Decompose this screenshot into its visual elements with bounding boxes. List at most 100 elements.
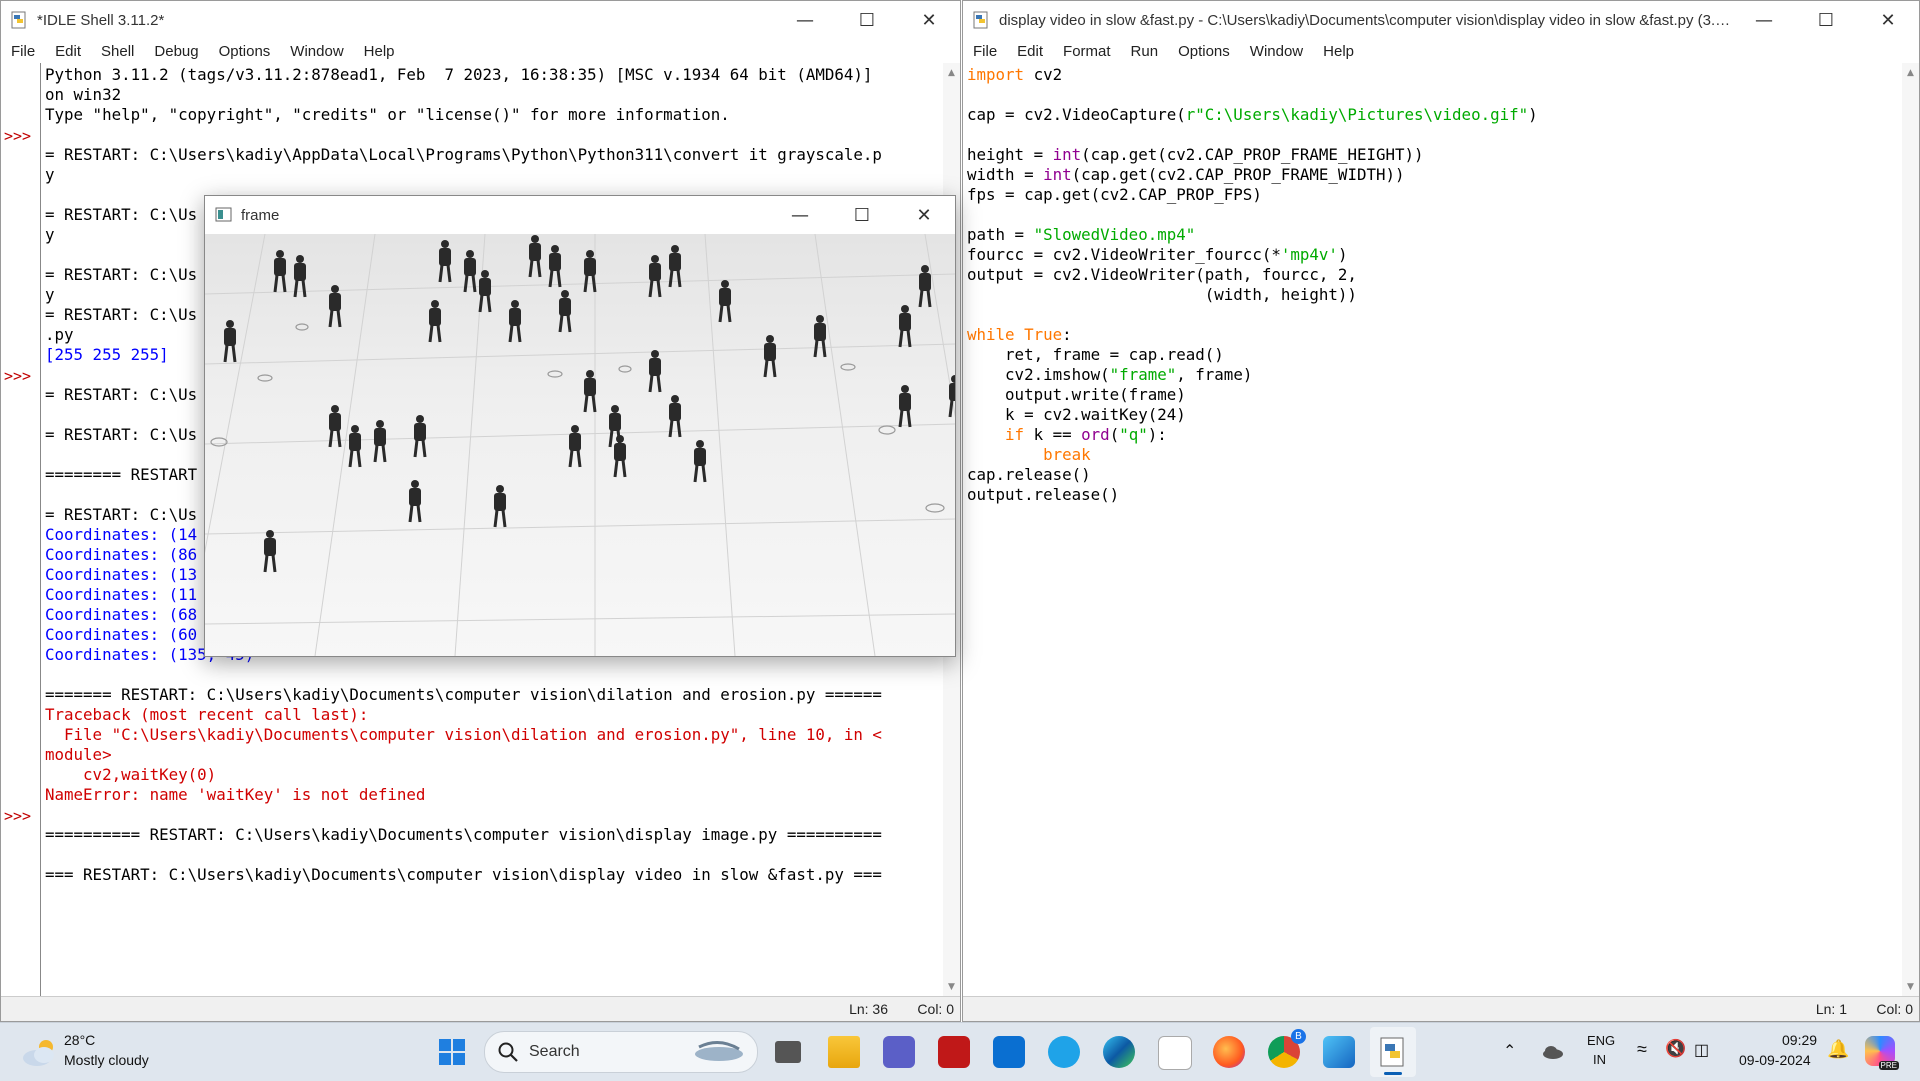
menu-edit[interactable]: Edit bbox=[49, 43, 89, 60]
scroll-up-icon[interactable]: ▲ bbox=[1902, 65, 1919, 81]
pedestrian-silhouette bbox=[763, 335, 777, 378]
pedestrian-silhouette bbox=[463, 250, 477, 293]
photos-icon[interactable] bbox=[1323, 1036, 1355, 1068]
code-line: import cv2 bbox=[967, 65, 1901, 85]
close-icon[interactable]: ✕ bbox=[898, 1, 960, 39]
onedrive-cloud-icon[interactable] bbox=[1541, 1044, 1565, 1060]
volume-muted-icon[interactable]: 🔇 bbox=[1665, 1039, 1686, 1059]
code-line: while True: bbox=[967, 325, 1901, 345]
idle-active-app[interactable] bbox=[1370, 1027, 1416, 1077]
teams-icon[interactable] bbox=[883, 1036, 915, 1068]
menu-window[interactable]: Window bbox=[284, 43, 351, 60]
search-label: Search bbox=[529, 1043, 580, 1060]
menu-help[interactable]: Help bbox=[358, 43, 403, 60]
video-frame-image bbox=[205, 234, 955, 656]
shell-titlebar[interactable]: *IDLE Shell 3.11.2* — ☐ ✕ bbox=[1, 1, 960, 39]
menu-file[interactable]: File bbox=[5, 43, 43, 60]
code-token: (width, height)) bbox=[967, 285, 1357, 304]
shell-line: File "C:\Users\kadiy\Documents\computer … bbox=[45, 725, 882, 744]
code-token: "SlowedVideo.mp4" bbox=[1033, 225, 1196, 244]
menu-window[interactable]: Window bbox=[1244, 43, 1311, 60]
editor-window: display video in slow &fast.py - C:\User… bbox=[962, 0, 1920, 1022]
pedestrian-silhouette bbox=[813, 315, 827, 358]
notification-bell-icon[interactable]: 🔔 bbox=[1827, 1039, 1849, 1060]
pedestrian-silhouette bbox=[548, 245, 562, 288]
chrome-icon[interactable]: B bbox=[1268, 1029, 1306, 1068]
pedestrian-silhouette bbox=[408, 480, 422, 523]
code-token: "frame" bbox=[1109, 365, 1177, 384]
close-icon[interactable]: ✕ bbox=[893, 196, 955, 234]
language-in[interactable]: IN bbox=[1593, 1052, 1606, 1067]
code-token: output.release() bbox=[967, 485, 1120, 504]
scroll-up-icon[interactable]: ▲ bbox=[943, 65, 960, 81]
pedestrian-silhouette bbox=[568, 425, 582, 468]
code-token: k = cv2.waitKey(24) bbox=[967, 405, 1186, 424]
scroll-down-icon[interactable]: ▼ bbox=[1902, 979, 1919, 995]
windows-start-icon[interactable] bbox=[436, 1036, 468, 1068]
code-token: while bbox=[967, 325, 1015, 344]
weather-widget[interactable]: 28°C Mostly cloudy bbox=[18, 1029, 178, 1075]
code-token: , frame) bbox=[1176, 365, 1253, 384]
close-icon[interactable]: ✕ bbox=[1857, 1, 1919, 39]
menu-options[interactable]: Options bbox=[1172, 43, 1238, 60]
code-token: fourcc = cv2.VideoWriter_fourcc(* bbox=[967, 245, 1281, 264]
editor-scrollbar[interactable]: ▲ ▼ bbox=[1902, 63, 1919, 997]
pedestrian-silhouette bbox=[428, 300, 442, 343]
minimize-icon[interactable]: — bbox=[1733, 1, 1795, 39]
mcafee-icon[interactable] bbox=[938, 1036, 970, 1068]
code-token: k == bbox=[1024, 425, 1082, 444]
cloud-icon bbox=[23, 1040, 54, 1066]
menu-edit[interactable]: Edit bbox=[1011, 43, 1051, 60]
get-help-icon[interactable] bbox=[1048, 1036, 1080, 1068]
file-explorer-icon[interactable] bbox=[828, 1036, 860, 1068]
menu-debug[interactable]: Debug bbox=[148, 43, 206, 60]
menu-run[interactable]: Run bbox=[1125, 43, 1167, 60]
menu-format[interactable]: Format bbox=[1057, 43, 1119, 60]
search-highlight-icon bbox=[695, 1041, 743, 1061]
code-token: break bbox=[1043, 445, 1091, 464]
editor-titlebar[interactable]: display video in slow &fast.py - C:\User… bbox=[963, 1, 1919, 39]
edge-icon[interactable] bbox=[1103, 1036, 1135, 1068]
wifi-icon[interactable]: ≈ bbox=[1637, 1039, 1647, 1060]
maximize-icon[interactable]: ☐ bbox=[836, 1, 898, 39]
language-eng[interactable]: ENG bbox=[1587, 1033, 1615, 1048]
pedestrian-silhouette bbox=[668, 245, 682, 288]
menu-options[interactable]: Options bbox=[213, 43, 279, 60]
microsoft-store-icon[interactable] bbox=[1158, 1036, 1192, 1070]
scroll-down-icon[interactable]: ▼ bbox=[943, 979, 960, 995]
code-line: fourcc = cv2.VideoWriter_fourcc(*'mp4v') bbox=[967, 245, 1901, 265]
frame-titlebar[interactable]: frame — ☐ ✕ bbox=[205, 196, 955, 234]
copilot-icon[interactable]: PRE bbox=[1865, 1036, 1899, 1070]
shell-line: ========== RESTART: C:\Users\kadiy\Docum… bbox=[45, 825, 882, 844]
frame-window-icon bbox=[215, 207, 232, 222]
maximize-icon[interactable]: ☐ bbox=[1795, 1, 1857, 39]
shell-line-number: Ln: 36 bbox=[849, 1001, 888, 1017]
battery-icon[interactable]: ◫ bbox=[1694, 1040, 1709, 1060]
code-token: cap.release() bbox=[967, 465, 1091, 484]
menu-help[interactable]: Help bbox=[1317, 43, 1362, 60]
menu-shell[interactable]: Shell bbox=[95, 43, 142, 60]
minimize-icon[interactable]: — bbox=[769, 196, 831, 234]
clock-time[interactable]: 09:29 bbox=[1782, 1032, 1817, 1048]
myhp-icon[interactable] bbox=[993, 1036, 1025, 1068]
show-hidden-icons-chevron-icon[interactable]: ⌃ bbox=[1503, 1041, 1516, 1061]
weather-temperature: 28°C bbox=[64, 1032, 96, 1048]
minimize-icon[interactable]: — bbox=[774, 1, 836, 39]
code-token: cap = cv2.VideoCapture( bbox=[967, 105, 1186, 124]
pedestrian-silhouette bbox=[583, 250, 597, 293]
firefox-icon[interactable] bbox=[1213, 1036, 1245, 1068]
pedestrian-silhouette bbox=[898, 385, 912, 428]
code-editor-text[interactable]: import cv2 cap = cv2.VideoCapture(r"C:\U… bbox=[967, 65, 1901, 505]
task-view-icon[interactable] bbox=[775, 1041, 801, 1063]
pedestrian-silhouette bbox=[648, 350, 662, 393]
taskbar-search-box[interactable]: Search bbox=[484, 1031, 758, 1073]
menu-file[interactable]: File bbox=[967, 43, 1005, 60]
pedestrian-silhouette bbox=[348, 425, 362, 468]
maximize-icon[interactable]: ☐ bbox=[831, 196, 893, 234]
clock-date[interactable]: 09-09-2024 bbox=[1739, 1052, 1811, 1068]
code-token: width = bbox=[967, 165, 1044, 184]
